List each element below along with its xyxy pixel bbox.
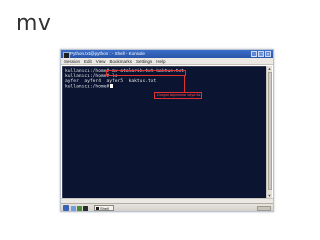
terminal-cursor — [109, 84, 113, 88]
taskbar-shell-button[interactable]: Shell — [94, 205, 114, 211]
konsole-window-screenshot: Python.txt@python : - Shell - Konsole _ … — [60, 49, 274, 212]
menu-bookmarks[interactable]: Bookmarks — [109, 58, 132, 64]
minimize-button[interactable]: _ — [251, 51, 257, 58]
start-menu-icon[interactable] — [63, 205, 69, 211]
taskbar: Shell — [61, 203, 273, 211]
menu-edit[interactable]: Edit — [84, 58, 92, 64]
taskbar-shell-label: Shell — [100, 206, 109, 211]
slide-title: mv — [16, 11, 52, 36]
terminal-line: kullanıcı:/home# — [65, 84, 113, 90]
scroll-up-icon[interactable]: ▲ — [267, 66, 272, 71]
terminal-icon[interactable] — [83, 205, 88, 211]
menu-help[interactable]: Help — [156, 58, 165, 64]
scroll-thumb[interactable] — [267, 72, 272, 190]
browser-icon[interactable] — [77, 205, 82, 211]
tray-icon[interactable] — [257, 205, 271, 211]
terminal-prompt: kullanıcı:/home# — [65, 84, 110, 90]
window-title: Python.txt@python : - Shell - Konsole — [70, 51, 145, 56]
menubar: Session Edit View Bookmarks Settings Hel… — [61, 58, 273, 65]
annotation-connector — [184, 75, 185, 92]
window-titlebar[interactable]: Python.txt@python : - Shell - Konsole _ … — [61, 50, 273, 59]
command-highlight-box — [106, 70, 186, 76]
annotation-callout: Dosyaı taşınması veya ila — [154, 92, 202, 99]
window-controls: _ □ × — [251, 51, 271, 58]
menu-settings[interactable]: Settings — [136, 58, 152, 64]
terminal-output[interactable]: kullanıcı:/home# mv atalarik.txt kaktus.… — [62, 66, 267, 199]
maximize-button[interactable]: □ — [258, 51, 264, 58]
close-button[interactable]: × — [265, 51, 271, 58]
shell-icon — [96, 207, 99, 210]
vertical-scrollbar[interactable]: ▲ ▼ — [266, 66, 272, 198]
home-icon[interactable] — [71, 205, 76, 211]
menu-session[interactable]: Session — [64, 58, 80, 64]
menu-view[interactable]: View — [96, 58, 106, 64]
